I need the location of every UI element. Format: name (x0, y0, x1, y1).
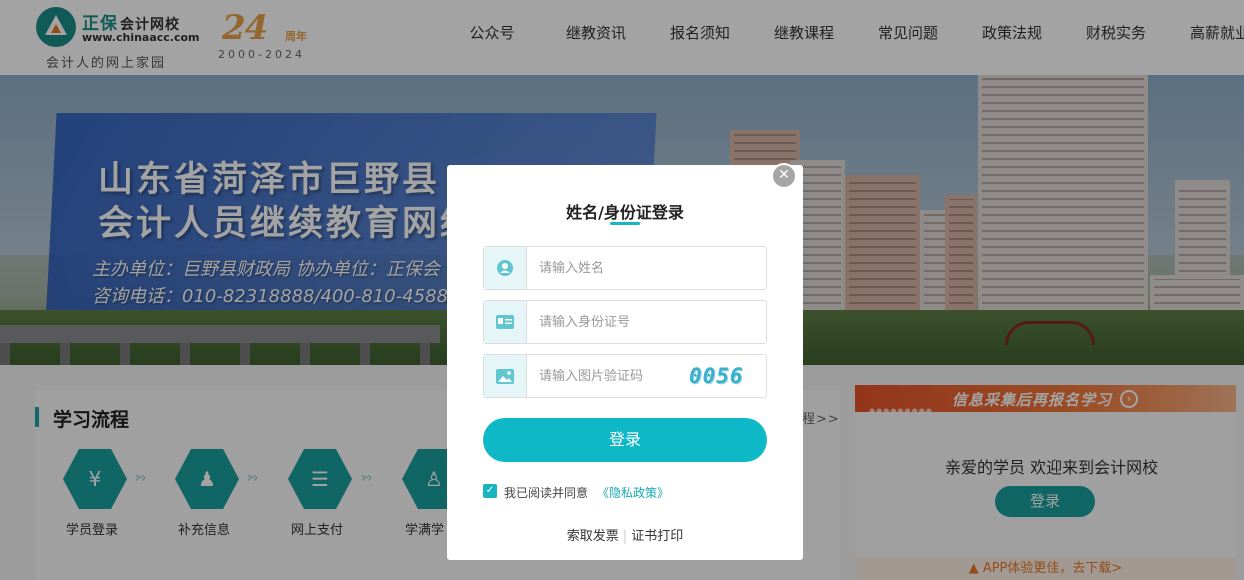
id-card-icon (484, 301, 527, 343)
close-icon[interactable]: ✕ (771, 163, 797, 189)
image-icon (484, 355, 527, 397)
modal-title-underline (610, 222, 640, 225)
name-field (483, 246, 767, 290)
name-input[interactable] (539, 259, 739, 277)
id-field (483, 300, 767, 344)
modal-footer: 索取发票 | 证书打印 (447, 525, 803, 544)
captcha-image[interactable]: 0056 (689, 364, 761, 390)
login-button[interactable]: 登录 (483, 418, 767, 462)
captcha-field: 0056 (483, 354, 767, 398)
user-icon (484, 247, 527, 289)
footer-separator: | (622, 529, 628, 544)
login-modal: 姓名/身份证登录 0056 登录 ✓ 我已阅读并同意 《隐私政策》 索取发票|证… (447, 165, 803, 560)
privacy-policy-link[interactable]: 《隐私政策》 (597, 484, 669, 501)
modal-title: 姓名/身份证登录 (566, 203, 684, 222)
agree-checkbox[interactable]: ✓ (483, 484, 497, 498)
agree-text: 我已阅读并同意 (504, 486, 589, 500)
captcha-input[interactable] (539, 367, 679, 385)
id-number-input[interactable] (539, 313, 739, 331)
invoice-link[interactable]: 索取发票 (567, 529, 619, 544)
certificate-print-link[interactable]: 证书打印 (631, 529, 683, 544)
